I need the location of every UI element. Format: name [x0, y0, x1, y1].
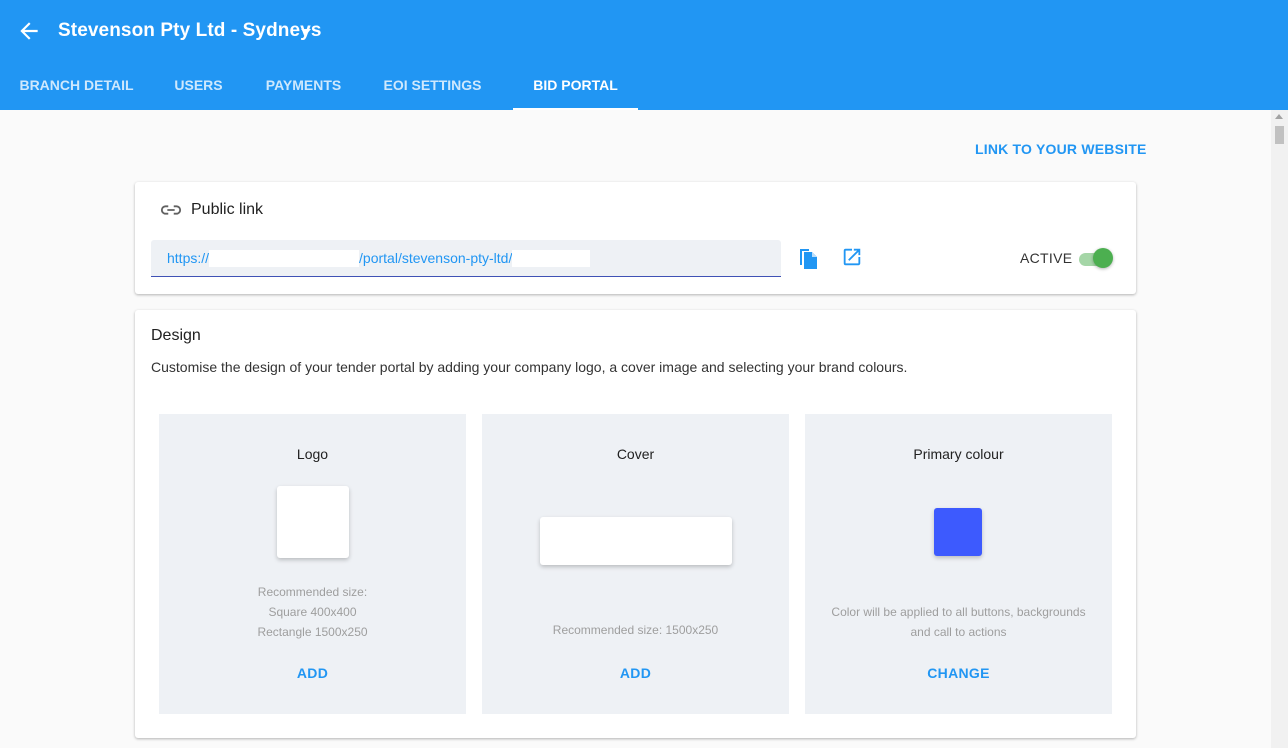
add-logo-button[interactable]: ADD: [159, 665, 466, 681]
colour-hint-1: Color will be applied to all buttons, ba…: [831, 605, 1086, 619]
branch-title: Stevenson Pty Ltd - Sydneys: [58, 20, 322, 41]
logo-hint-2: Square 400x400: [268, 605, 357, 619]
logo-hint-1: Recommended size:: [257, 585, 368, 599]
url-prefix: https://: [167, 250, 210, 266]
primary-colour-swatch[interactable]: [934, 508, 982, 556]
colour-hint-2: and call to actions: [910, 625, 1007, 639]
copy-icon[interactable]: [797, 246, 819, 270]
tab-eoi-settings[interactable]: EOI SETTINGS: [363, 62, 502, 110]
public-url-field[interactable]: https:// /portal/stevenson-pty-ltd/: [151, 240, 781, 277]
logo-placeholder[interactable]: [277, 486, 349, 558]
tab-bar: BRANCH DETAIL USERS PAYMENTS EOI SETTING…: [0, 62, 1288, 110]
logo-hint-3: Rectangle 1500x250: [257, 625, 368, 639]
logo-title: Logo: [296, 446, 329, 462]
tab-payments[interactable]: PAYMENTS: [244, 62, 363, 110]
design-card: Design Customise the design of your tend…: [135, 310, 1136, 738]
change-colour-button[interactable]: CHANGE: [805, 665, 1112, 681]
app-bar-top: Stevenson Pty Ltd - Sydneys: [0, 0, 1288, 62]
redacted-domain: [209, 250, 360, 267]
cover-panel: Cover Recommended size: 1500x250 ADD: [482, 414, 789, 714]
active-toggle[interactable]: [1077, 248, 1113, 268]
tab-users[interactable]: USERS: [153, 62, 244, 110]
app-bar: Stevenson Pty Ltd - Sydneys BRANCH DETAI…: [0, 0, 1288, 110]
scrollbar[interactable]: [1271, 110, 1288, 748]
primary-colour-title: Primary colour: [913, 446, 1004, 462]
arrow-left-icon[interactable]: [16, 18, 42, 44]
open-in-new-icon[interactable]: [841, 246, 863, 268]
scroll-thumb[interactable]: [1275, 126, 1284, 144]
url-path: /portal/stevenson-pty-ltd/: [359, 250, 513, 266]
design-description: Customise the design of your tender port…: [151, 359, 908, 375]
tab-branch-detail[interactable]: BRANCH DETAIL: [0, 62, 153, 110]
cover-title: Cover: [616, 446, 655, 462]
primary-colour-panel: Primary colour Color will be applied to …: [805, 414, 1112, 714]
design-title: Design: [151, 327, 201, 344]
toggle-knob: [1093, 248, 1113, 268]
add-cover-button[interactable]: ADD: [482, 665, 789, 681]
public-url-text: https:// /portal/stevenson-pty-ltd/: [167, 250, 591, 267]
public-link-title: Public link: [191, 201, 264, 218]
redacted-id: [512, 250, 591, 267]
active-status-label: ACTIVE: [1020, 250, 1073, 266]
link-icon: [160, 205, 182, 215]
caret-down-icon[interactable]: [299, 25, 313, 39]
link-to-website-button[interactable]: LINK TO YOUR WEBSITE: [975, 141, 1147, 157]
tab-bid-portal[interactable]: BID PORTAL: [513, 62, 638, 110]
scroll-up-arrow-icon[interactable]: [1275, 114, 1283, 119]
cover-hint: Recommended size: 1500x250: [552, 623, 719, 637]
logo-panel: Logo Recommended size: Square 400x400 Re…: [159, 414, 466, 714]
cover-placeholder[interactable]: [540, 517, 732, 565]
public-link-card: Public link https:// /portal/stevenson-pt…: [135, 182, 1136, 294]
